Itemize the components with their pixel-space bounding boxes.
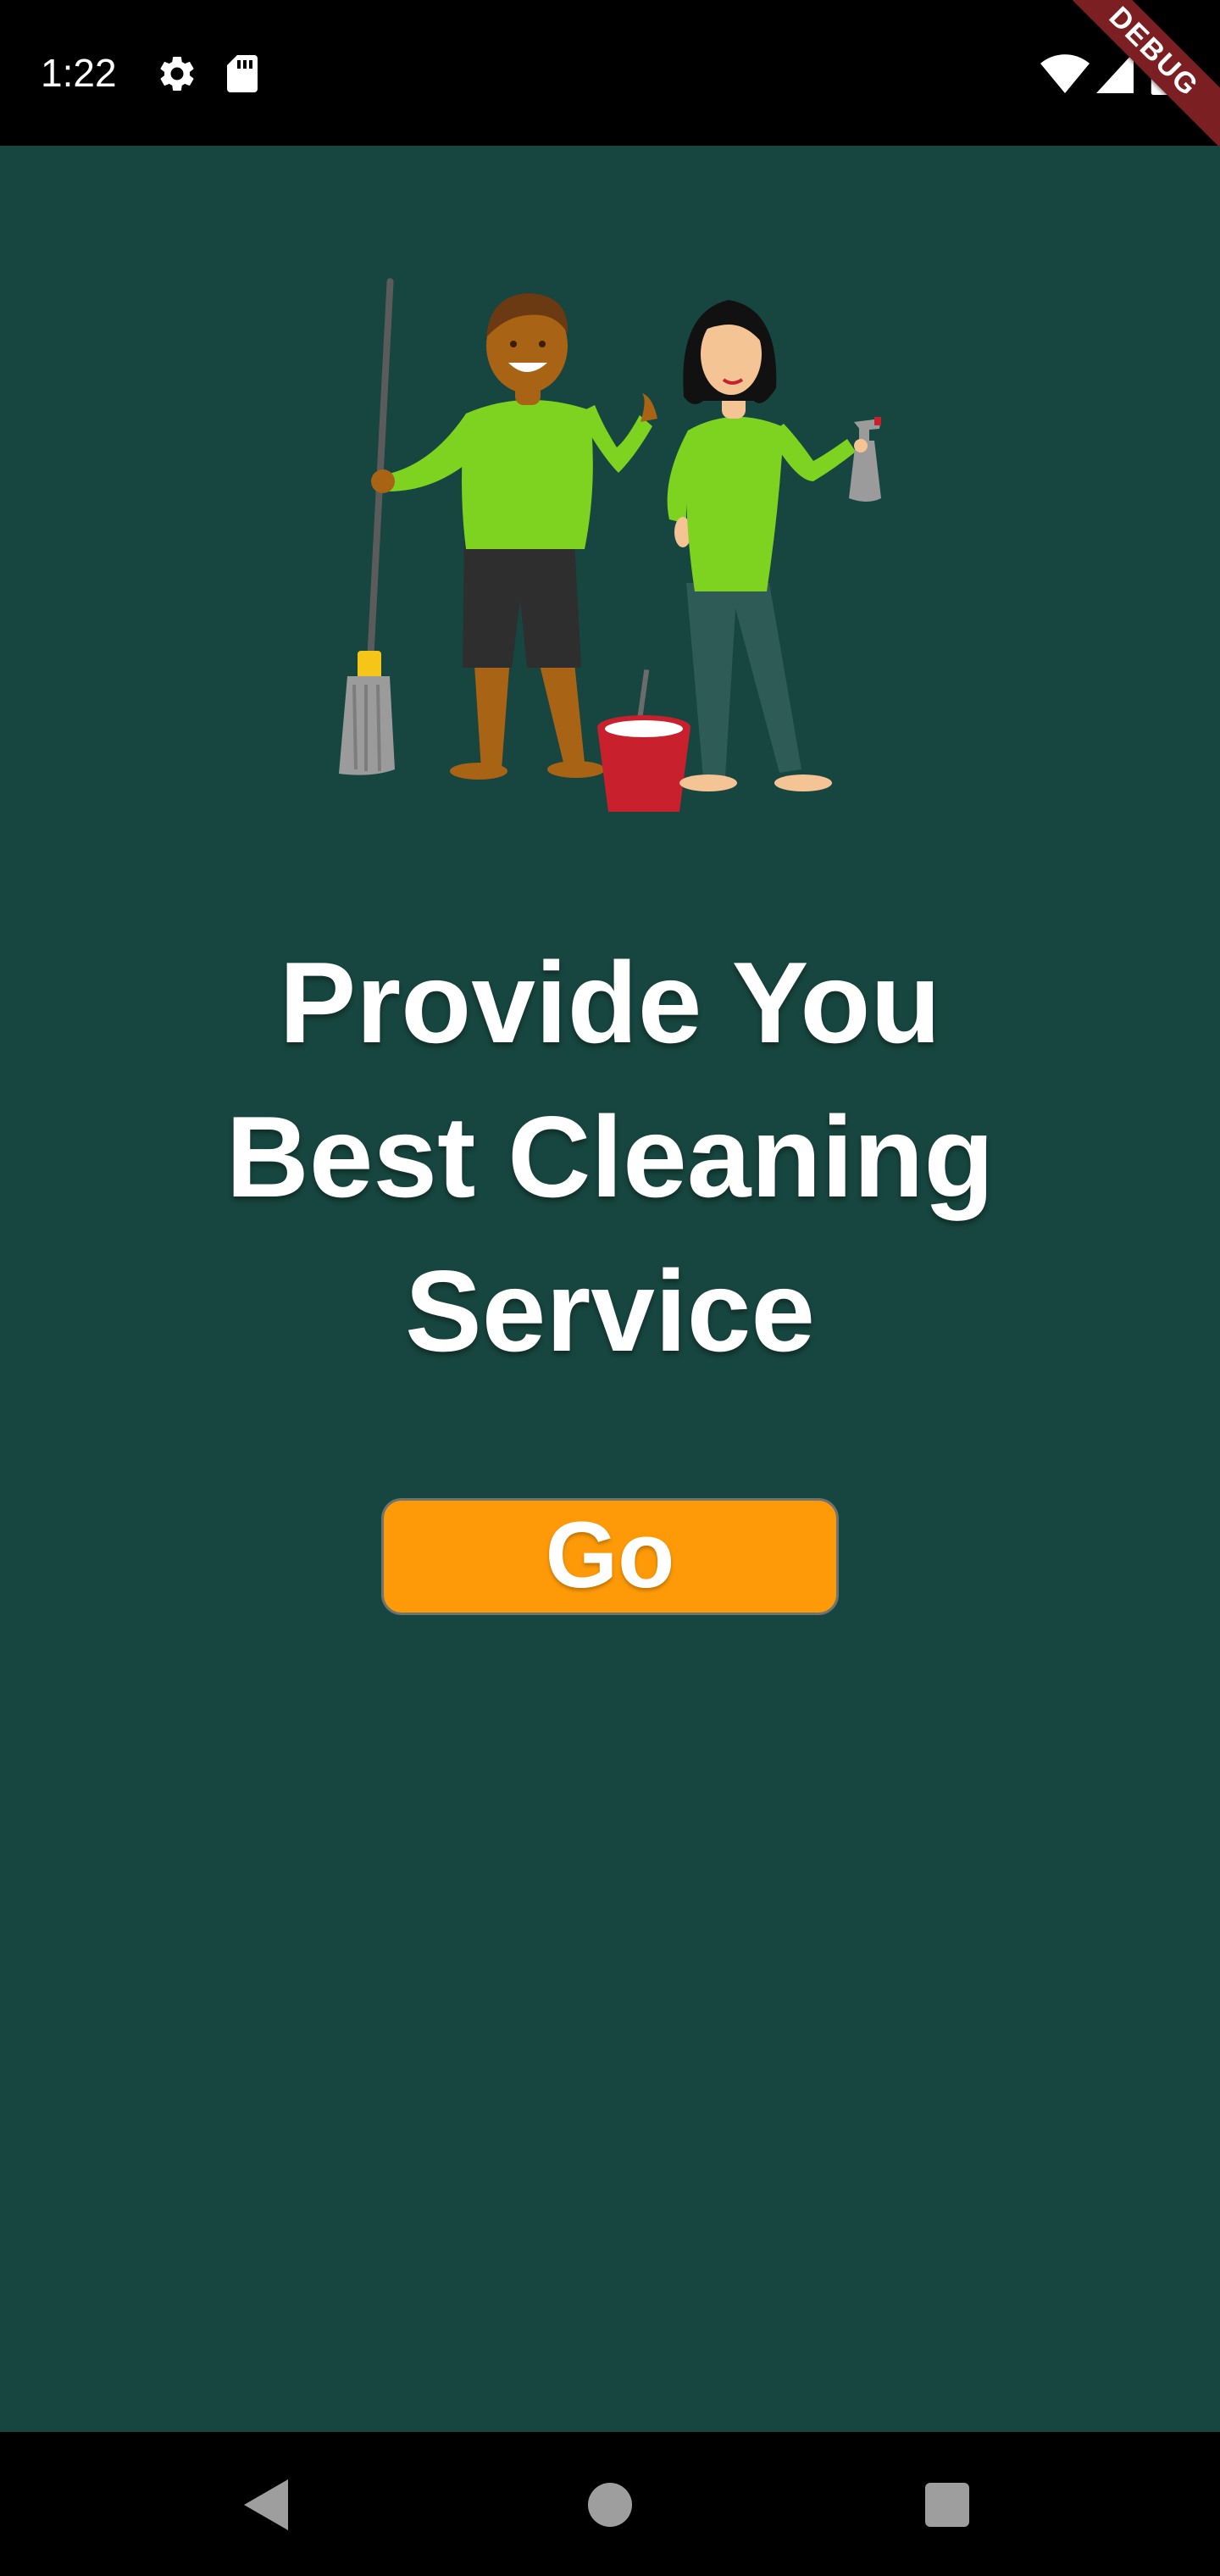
gear-icon — [160, 56, 194, 91]
man-figure — [371, 293, 657, 780]
recents-icon[interactable] — [925, 2483, 969, 2527]
spray-bottle — [849, 417, 881, 502]
status-bar: 1:22 — [0, 0, 1220, 146]
status-time: 1:22 — [41, 51, 117, 95]
wifi-icon — [1040, 54, 1090, 93]
headline-line: Provide You — [279, 938, 941, 1067]
app-body: Provide You Best Cleaning Service Go — [0, 146, 1220, 2432]
sd-card-icon — [227, 55, 258, 92]
headline-line: Service — [405, 1246, 815, 1375]
cleaning-crew-illustration — [339, 278, 881, 812]
headline: Provide You Best Cleaning Service — [102, 925, 1118, 1388]
headline-line: Best Cleaning — [225, 1092, 995, 1221]
bucket — [597, 669, 690, 812]
woman-figure — [667, 300, 881, 791]
cell-signal-icon — [1096, 53, 1134, 93]
go-button[interactable]: Go — [381, 1498, 839, 1615]
home-icon[interactable] — [588, 2483, 632, 2527]
mop — [339, 278, 395, 775]
back-icon[interactable] — [244, 2479, 291, 2530]
